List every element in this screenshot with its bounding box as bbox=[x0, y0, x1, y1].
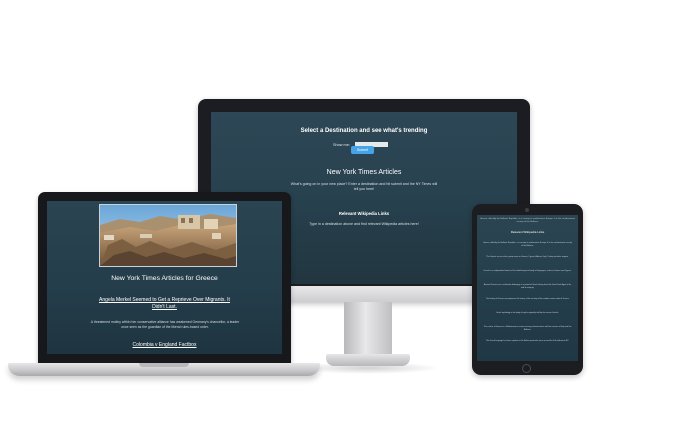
laptop: New York Times Articles for Greece Angel… bbox=[38, 192, 291, 363]
wikipedia-item[interactable]: Ancient Greece was a civilization belong… bbox=[483, 284, 572, 290]
home-button-icon[interactable] bbox=[522, 364, 531, 373]
wikipedia-item[interactable]: Greek mythology is the body of myths ori… bbox=[483, 312, 572, 315]
nyt-intro-text: What's going on in your new place? Enter… bbox=[290, 182, 438, 191]
tablet-top-text: Greece, officially the Hellenic Republic… bbox=[479, 218, 576, 223]
tablet-screen: Greece, officially the Hellenic Republic… bbox=[477, 215, 578, 361]
nyt-heading: New York Times Articles bbox=[326, 169, 402, 176]
article-link-2[interactable]: Colombia v England Factbox bbox=[47, 342, 282, 348]
monitor-foot bbox=[326, 354, 410, 366]
article-summary: A threatened mutiny within her conservat… bbox=[90, 320, 240, 329]
wikipedia-item[interactable]: Greece, officially the Hellenic Republic… bbox=[483, 242, 572, 248]
destination-photo bbox=[99, 204, 237, 267]
nyt-articles-heading: New York Times Articles for Greece bbox=[111, 275, 218, 282]
laptop-screen: New York Times Articles for Greece Angel… bbox=[47, 201, 282, 354]
wikipedia-item[interactable]: The cuisine of Greece is a Mediterranean… bbox=[483, 326, 572, 332]
page-title: Select a Destination and see what's tren… bbox=[300, 128, 428, 134]
article-link[interactable]: Angela Merkel Seemed to Get a Reprieve O… bbox=[97, 297, 232, 311]
monitor-stand bbox=[344, 302, 392, 358]
wikipedia-heading: Relevant Wikipedia Links bbox=[510, 230, 545, 234]
submit-button[interactable]: Submit bbox=[351, 146, 374, 154]
camera-icon bbox=[525, 208, 529, 212]
show-me-label: Show me: bbox=[333, 143, 350, 147]
tablet: Greece, officially the Hellenic Republic… bbox=[472, 204, 583, 375]
wikipedia-item[interactable]: The Greeks are an ethnic group native to… bbox=[483, 256, 572, 259]
wikipedia-item[interactable]: The Greek language has been spoken in th… bbox=[483, 340, 572, 343]
wikipedia-item[interactable]: Greek is an independent branch of the In… bbox=[483, 270, 572, 273]
laptop-notch bbox=[139, 363, 189, 367]
wikipedia-item[interactable]: The history of Greece encompasses the hi… bbox=[483, 298, 572, 301]
